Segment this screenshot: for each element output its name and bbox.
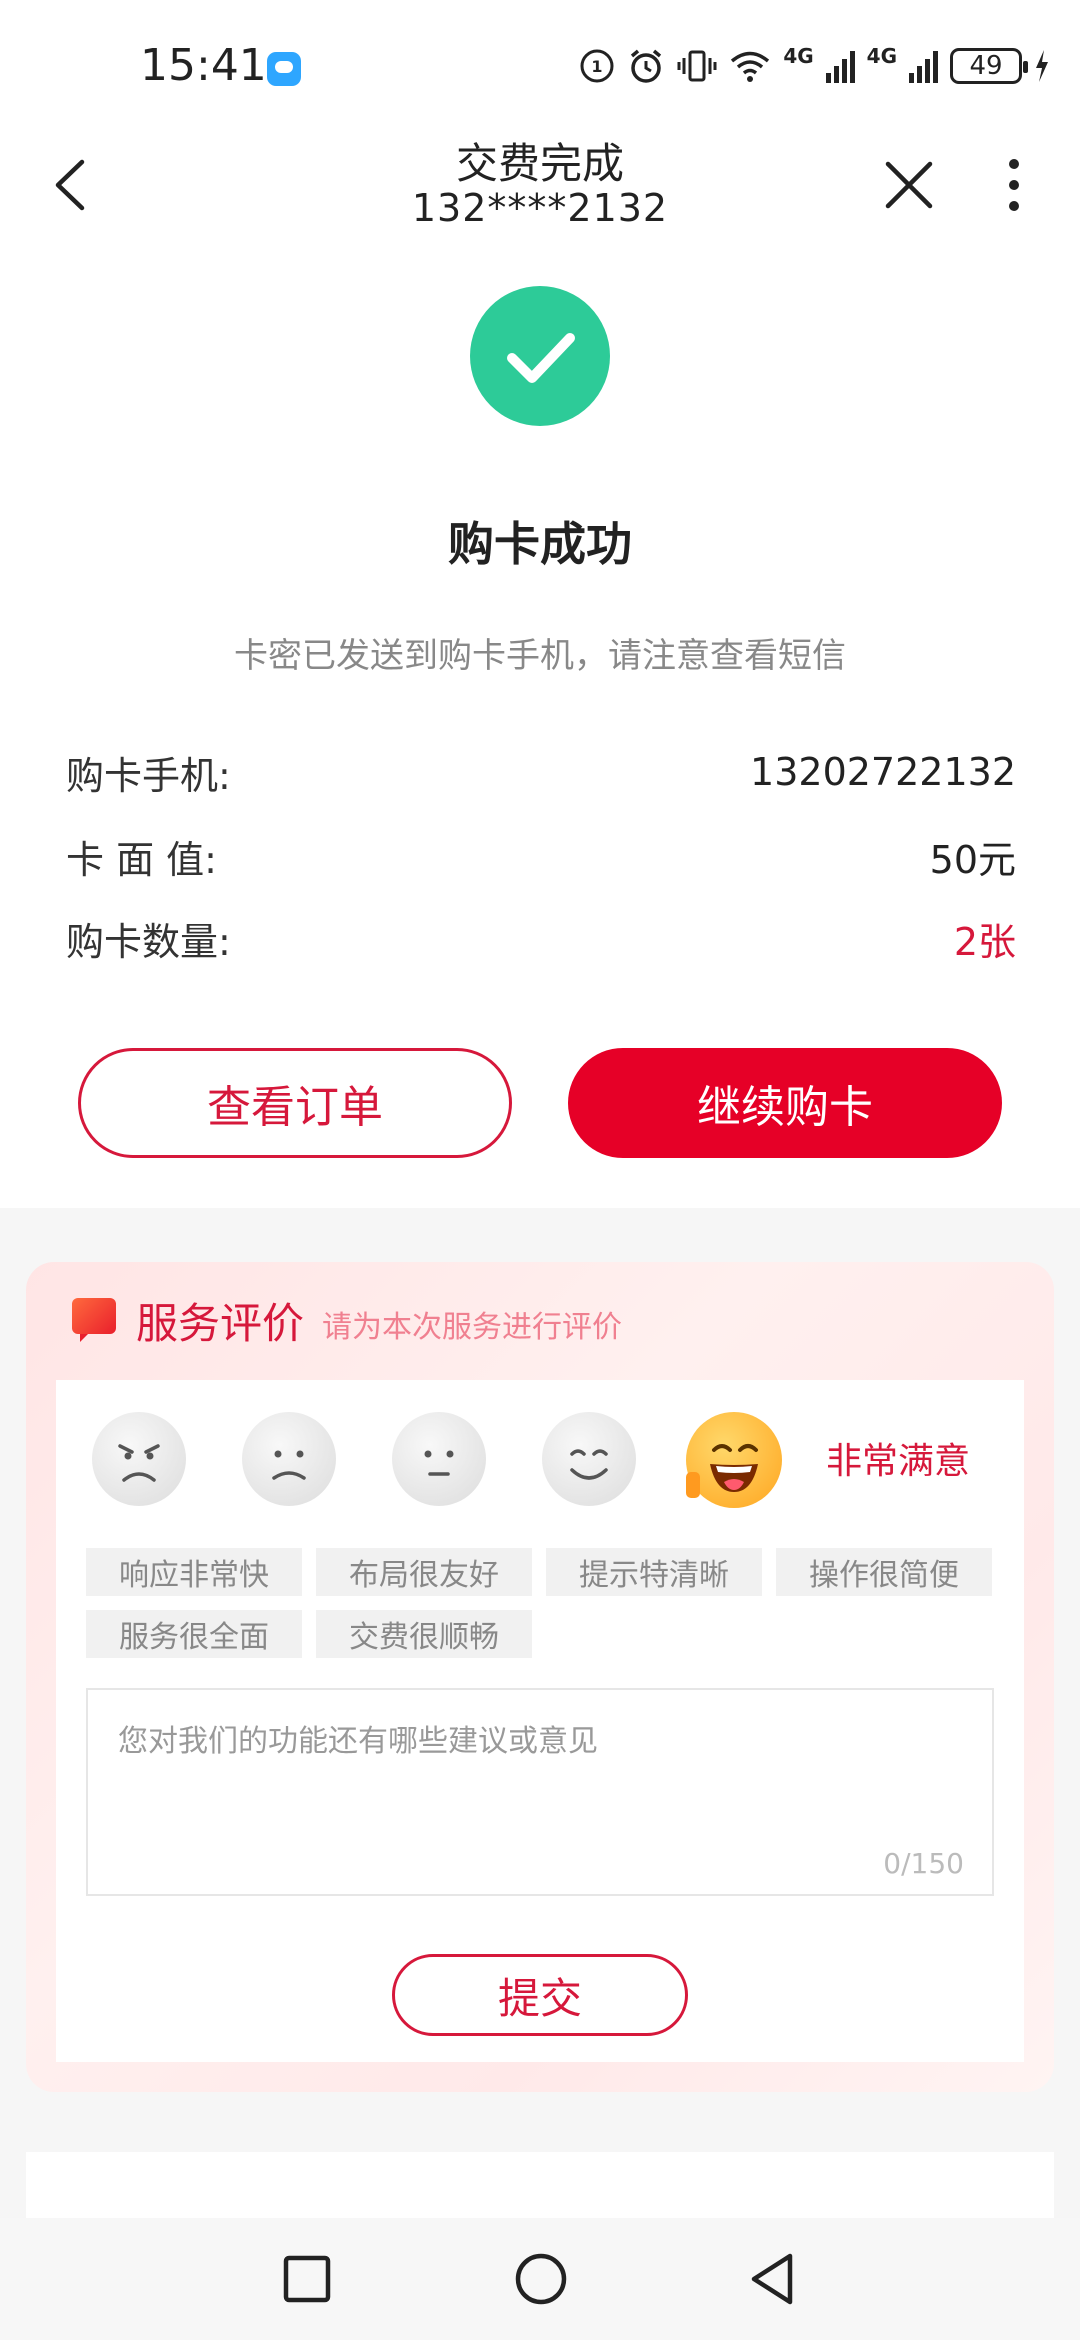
wifi-icon (731, 51, 770, 82)
signal-icon-2 (909, 49, 938, 83)
quantity-value: 2张 (953, 919, 1016, 964)
info-row-phone: 购卡手机: 13202722132 (66, 742, 1016, 802)
face-value-label: 卡 面 值: (66, 837, 217, 882)
alarm-icon (631, 49, 662, 83)
rating-satisfied-icon[interactable] (542, 1412, 636, 1506)
system-nav-bar (0, 2218, 1080, 2340)
hd-call-icon: 1 (580, 49, 614, 83)
evaluation-title: 服务评价 (136, 1299, 305, 1348)
continue-buy-button[interactable]: 继续购卡 (568, 1048, 1002, 1158)
phone-label: 购卡手机: (66, 753, 231, 798)
result-description: 卡密已发送到购卡手机，请注意查看短信 (234, 636, 846, 676)
feedback-input[interactable]: 您对我们的功能还有哪些建议或意见 0/150 (86, 1688, 994, 1896)
header: 交费完成 132****2132 (0, 130, 1080, 240)
more-options-icon[interactable] (992, 148, 1042, 222)
status-time: 15:41 (140, 40, 267, 91)
tag-clear-prompts[interactable]: 提示特清晰 (546, 1548, 762, 1596)
recent-apps-icon[interactable] (274, 2246, 340, 2312)
charging-icon (1036, 50, 1048, 82)
network-type-1: 4G (783, 44, 814, 68)
tag-fast-response[interactable]: 响应非常快 (86, 1548, 302, 1596)
status-bar: 15:41 1 4G 4G 49 (0, 0, 1080, 130)
comment-icon (72, 1298, 116, 1342)
feedback-char-counter: 0/150 (883, 1847, 964, 1880)
view-order-button[interactable]: 查看订单 (78, 1048, 512, 1158)
rating-very-satisfied-icon[interactable] (686, 1412, 782, 1508)
svg-text:1: 1 (592, 57, 603, 76)
feedback-placeholder: 您对我们的功能还有哪些建议或意见 (118, 1724, 598, 1759)
phone-value: 13202722132 (750, 750, 1016, 794)
vibrate-icon (677, 50, 717, 82)
success-check-icon (470, 286, 610, 426)
submit-button[interactable]: 提交 (392, 1954, 688, 2036)
face-value-value: 50元 (929, 837, 1016, 882)
signal-icon-1 (825, 49, 855, 83)
rating-very-unsatisfied-icon[interactable] (92, 1412, 186, 1506)
network-type-2: 4G (866, 44, 897, 68)
info-row-face-value: 卡 面 值: 50元 (66, 826, 1016, 886)
quantity-label: 购卡数量: (66, 919, 231, 964)
tag-easy-operation[interactable]: 操作很简便 (776, 1548, 992, 1596)
info-row-quantity: 购卡数量: 2张 (66, 908, 1016, 968)
battery-icon: 49 (950, 48, 1028, 84)
rating-unsatisfied-icon[interactable] (242, 1412, 336, 1506)
result-title: 购卡成功 (448, 517, 632, 571)
close-icon[interactable] (872, 148, 946, 222)
message-notification-icon (267, 52, 301, 86)
tag-smooth-payment[interactable]: 交费很顺畅 (316, 1610, 532, 1658)
back-nav-icon[interactable] (740, 2246, 806, 2312)
rating-selected-label: 非常满意 (826, 1441, 971, 1482)
tag-friendly-layout[interactable]: 布局很友好 (316, 1548, 532, 1596)
rating-neutral-icon[interactable] (392, 1412, 486, 1506)
tag-comprehensive-service[interactable]: 服务很全面 (86, 1610, 302, 1658)
status-icons: 1 4G 4G 49 (579, 44, 1050, 88)
evaluation-subtitle: 请为本次服务进行评价 (322, 1310, 622, 1345)
home-icon[interactable] (508, 2246, 574, 2312)
